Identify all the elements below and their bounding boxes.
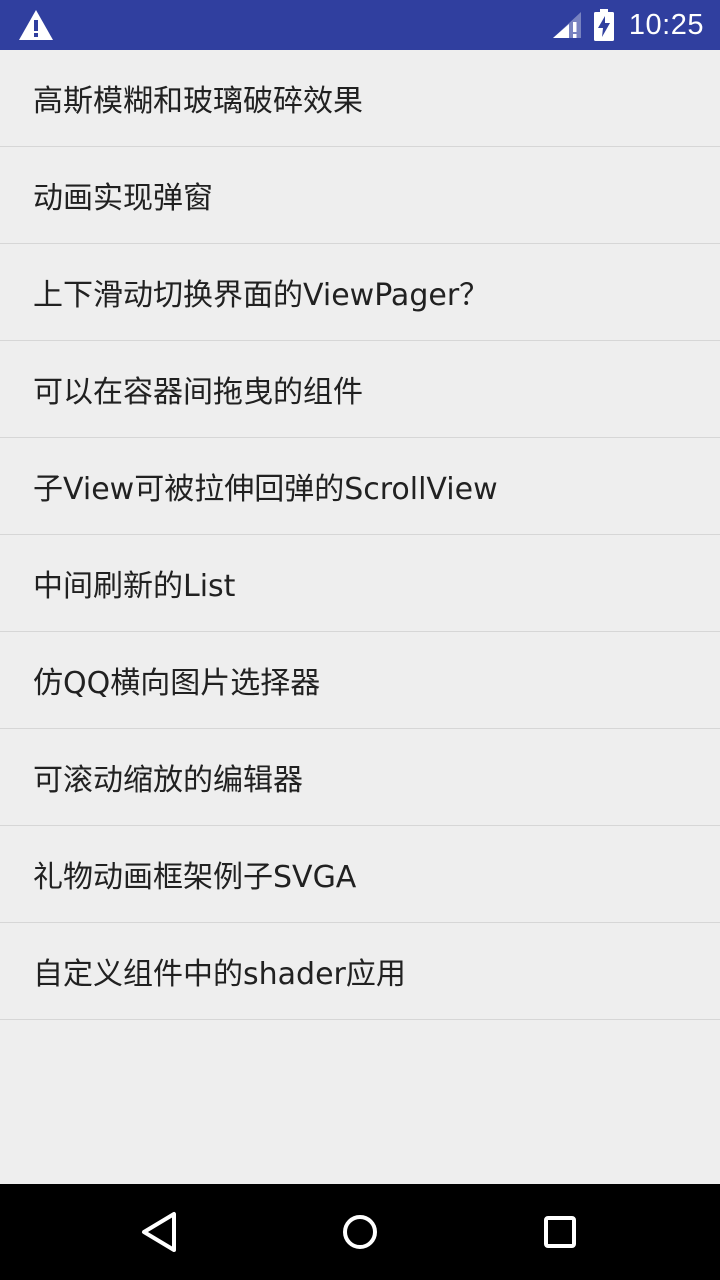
list-item[interactable]: 可滚动缩放的编辑器 xyxy=(0,729,720,826)
status-icons: 10:25 xyxy=(549,0,704,50)
list-item[interactable]: 自定义组件中的shader应用 xyxy=(0,923,720,1020)
list-item[interactable]: 可以在容器间拖曳的组件 xyxy=(0,341,720,438)
list-item[interactable]: 子View可被拉伸回弹的ScrollView xyxy=(0,438,720,535)
status-bar: 10:25 xyxy=(0,0,720,50)
back-icon[interactable] xyxy=(136,1208,184,1256)
list-item[interactable]: 高斯模糊和玻璃破碎效果 xyxy=(0,50,720,147)
recents-icon[interactable] xyxy=(536,1208,584,1256)
list-item[interactable]: 动画实现弹窗 xyxy=(0,147,720,244)
battery-charging-icon xyxy=(593,9,614,41)
home-icon[interactable] xyxy=(336,1208,384,1256)
list-item[interactable]: 上下滑动切换界面的ViewPager？ xyxy=(0,244,720,341)
list-item[interactable]: 中间刷新的List xyxy=(0,535,720,632)
list-item[interactable]: 仿QQ横向图片选择器 xyxy=(0,632,720,729)
warning-icon xyxy=(19,10,53,40)
list-item[interactable]: 礼物动画框架例子SVGA xyxy=(0,826,720,923)
navigation-bar xyxy=(0,1184,720,1280)
demo-list: 高斯模糊和玻璃破碎效果 动画实现弹窗 上下滑动切换界面的ViewPager？ 可… xyxy=(0,50,720,1020)
status-time: 10:25 xyxy=(628,8,704,41)
signal-icon xyxy=(552,12,581,38)
